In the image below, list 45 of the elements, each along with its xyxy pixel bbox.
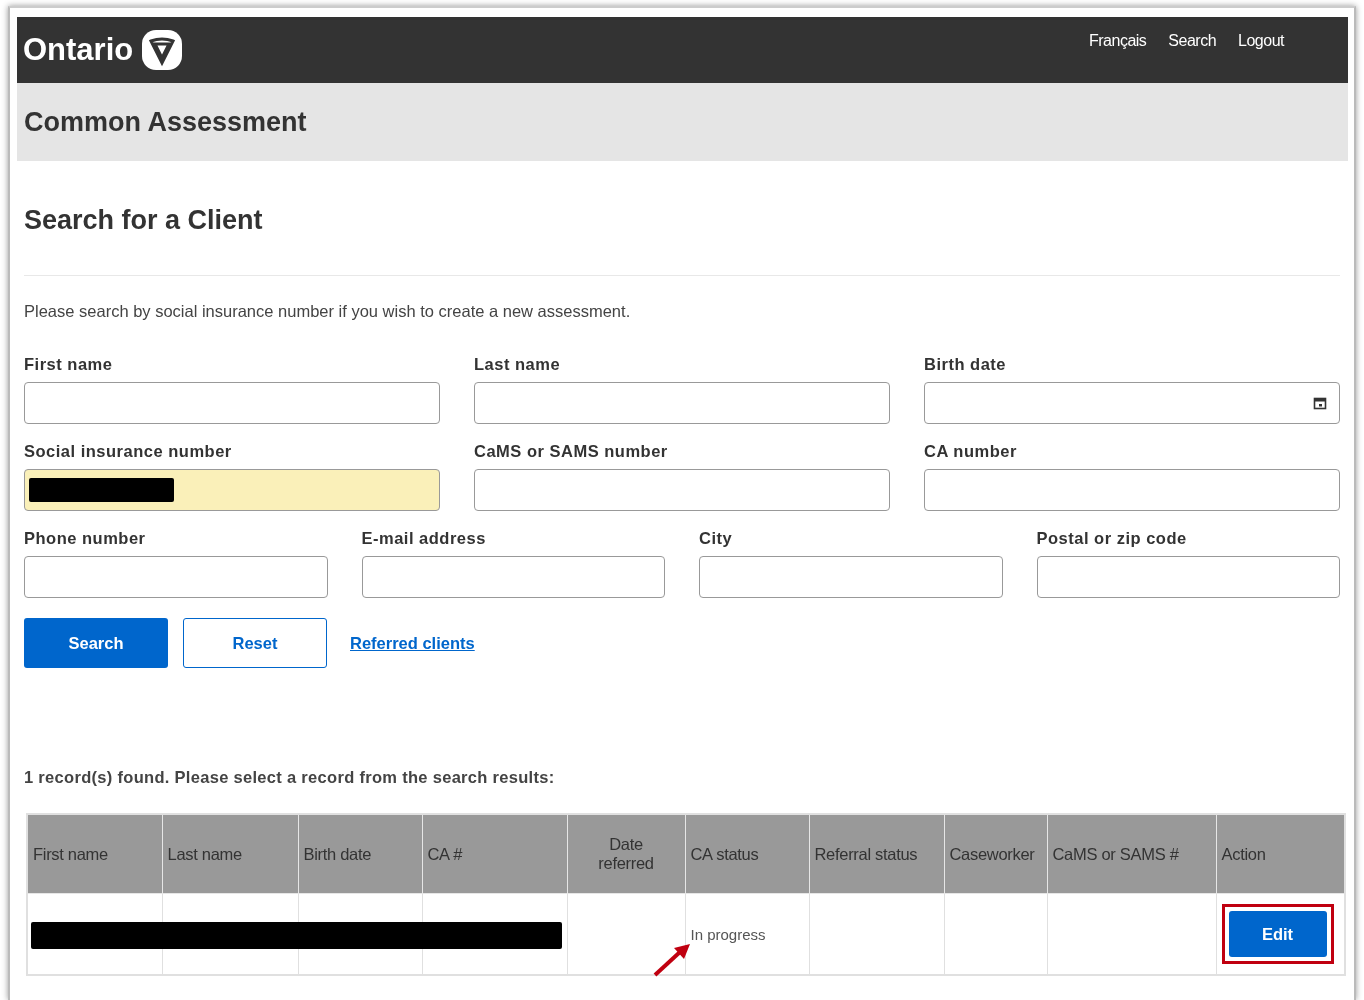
column-header: First name <box>27 814 162 894</box>
field-label: Birth date <box>924 355 1007 374</box>
field-label: City <box>699 529 734 548</box>
edit-button[interactable]: Edit <box>1228 911 1327 957</box>
input-field[interactable] <box>24 469 440 511</box>
instruction-text: Please search by social insurance number if you wish to create a new assessment. <box>24 302 632 321</box>
column-header: Action <box>1216 814 1345 894</box>
input-field[interactable] <box>474 382 890 424</box>
app-title: Common Assessment <box>24 106 307 138</box>
input-field[interactable] <box>924 382 1340 424</box>
field-label: Last name <box>474 355 562 374</box>
input-field[interactable] <box>24 382 440 424</box>
field-label: Social insurance number <box>24 442 233 461</box>
column-header: CaMS or SAMS # <box>1047 814 1216 894</box>
results-summary: 1 record(s) found. Please select a record from the search results: <box>24 768 556 787</box>
column-header: Birth date <box>298 814 422 894</box>
field-label: CA number <box>924 442 1018 461</box>
search-button[interactable]: Search <box>24 618 168 668</box>
field-label: Phone number <box>24 529 147 548</box>
input-field[interactable] <box>361 556 665 598</box>
field-label: CaMS or SAMS number <box>474 442 669 461</box>
nav-link[interactable]: Search <box>1168 32 1217 50</box>
column-header: Caseworker <box>944 814 1047 894</box>
page-heading: Search for a Client <box>24 205 1340 276</box>
nav-link[interactable]: Logout <box>1238 32 1284 50</box>
input-field[interactable] <box>474 469 890 511</box>
field-label: E-mail address <box>361 529 487 548</box>
column-header: Referral status <box>809 814 944 894</box>
trillium-logo-icon <box>141 29 184 71</box>
field-label: First name <box>24 355 114 374</box>
column-header: Date referred <box>567 814 685 894</box>
column-header: CA # <box>422 814 567 894</box>
input-field[interactable] <box>924 469 1340 511</box>
reset-button[interactable]: Reset <box>183 618 327 668</box>
input-field[interactable] <box>1036 556 1340 598</box>
calendar-icon[interactable] <box>1313 396 1327 410</box>
input-field[interactable] <box>24 556 328 598</box>
field-label: Postal or zip code <box>1036 529 1188 548</box>
column-header: CA status <box>685 814 809 894</box>
status-text: In progress <box>690 925 766 943</box>
input-field[interactable] <box>699 556 1003 598</box>
referred-clients-link[interactable]: Referred clients <box>350 633 475 653</box>
nav-link[interactable]: Français <box>1089 32 1147 50</box>
column-header: Last name <box>162 814 298 894</box>
ontario-logo-text: Ontario <box>23 32 134 68</box>
